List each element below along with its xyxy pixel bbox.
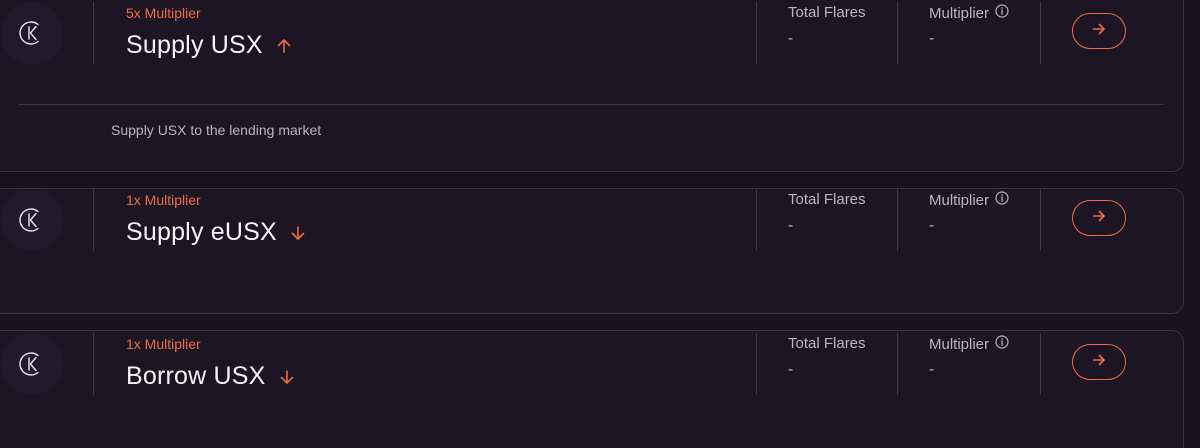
arrow-down-icon	[289, 224, 307, 242]
divider	[756, 189, 757, 251]
task-title-wrap: Borrow USX	[126, 362, 296, 391]
task-row: 1x Multiplier Borrow USX Total Flares - …	[1, 331, 1165, 421]
multiplier-col-label: Multiplier	[929, 4, 1009, 22]
page: 5x Multiplier Supply USX Total Flares - …	[0, 0, 1200, 448]
divider	[93, 189, 94, 251]
task-row: 1x Multiplier Supply eUSX Total Flares -…	[1, 187, 1165, 277]
divider	[1040, 189, 1041, 251]
task-card-supply-eusx: 1x Multiplier Supply eUSX Total Flares -…	[0, 188, 1184, 314]
divider	[756, 2, 757, 64]
divider	[897, 2, 898, 64]
multiplier-col-label: Multiplier	[929, 335, 1009, 353]
task-card-supply-usx: 5x Multiplier Supply USX Total Flares - …	[0, 0, 1184, 172]
total-flares-label: Total Flares	[788, 4, 866, 21]
multiplier-col-value: -	[929, 30, 935, 47]
horizontal-divider	[18, 104, 1164, 105]
go-button[interactable]	[1072, 200, 1126, 236]
divider	[1040, 333, 1041, 395]
multiplier-badge: 5x Multiplier	[126, 5, 201, 21]
total-flares-label: Total Flares	[788, 191, 866, 208]
go-button[interactable]	[1072, 344, 1126, 380]
task-title-wrap: Supply eUSX	[126, 218, 307, 247]
task-title-wrap: Supply USX	[126, 31, 293, 60]
multiplier-col-text: Multiplier	[929, 191, 990, 209]
arrow-right-icon	[1091, 21, 1107, 42]
arrow-right-icon	[1091, 208, 1107, 229]
task-title: Supply USX	[126, 31, 263, 59]
multiplier-col-value: -	[929, 361, 935, 378]
arrow-down-icon	[278, 368, 296, 386]
protocol-logo-icon	[1, 189, 63, 251]
go-button[interactable]	[1072, 13, 1126, 49]
info-icon[interactable]	[995, 191, 1009, 209]
protocol-logo-icon	[1, 333, 63, 395]
divider	[93, 333, 94, 395]
multiplier-col-label: Multiplier	[929, 191, 1009, 209]
task-card-borrow-usx: 1x Multiplier Borrow USX Total Flares - …	[0, 330, 1184, 448]
total-flares-value: -	[788, 30, 794, 47]
info-icon[interactable]	[995, 4, 1009, 22]
multiplier-badge: 1x Multiplier	[126, 192, 201, 208]
divider	[756, 333, 757, 395]
divider	[93, 2, 94, 64]
divider	[897, 189, 898, 251]
info-icon[interactable]	[995, 335, 1009, 353]
multiplier-col-text: Multiplier	[929, 335, 990, 353]
divider	[1040, 2, 1041, 64]
arrow-up-icon	[275, 37, 293, 55]
task-title: Borrow USX	[126, 362, 266, 390]
total-flares-value: -	[788, 217, 794, 234]
total-flares-value: -	[788, 361, 794, 378]
multiplier-col-value: -	[929, 217, 935, 234]
arrow-right-icon	[1091, 352, 1107, 373]
divider	[897, 333, 898, 395]
multiplier-badge: 1x Multiplier	[126, 336, 201, 352]
total-flares-label: Total Flares	[788, 335, 866, 352]
task-description: Supply USX to the lending market	[111, 122, 322, 138]
task-row: 5x Multiplier Supply USX Total Flares - …	[1, 0, 1165, 90]
protocol-logo-icon	[1, 2, 63, 64]
task-title: Supply eUSX	[126, 218, 277, 246]
multiplier-col-text: Multiplier	[929, 4, 990, 22]
